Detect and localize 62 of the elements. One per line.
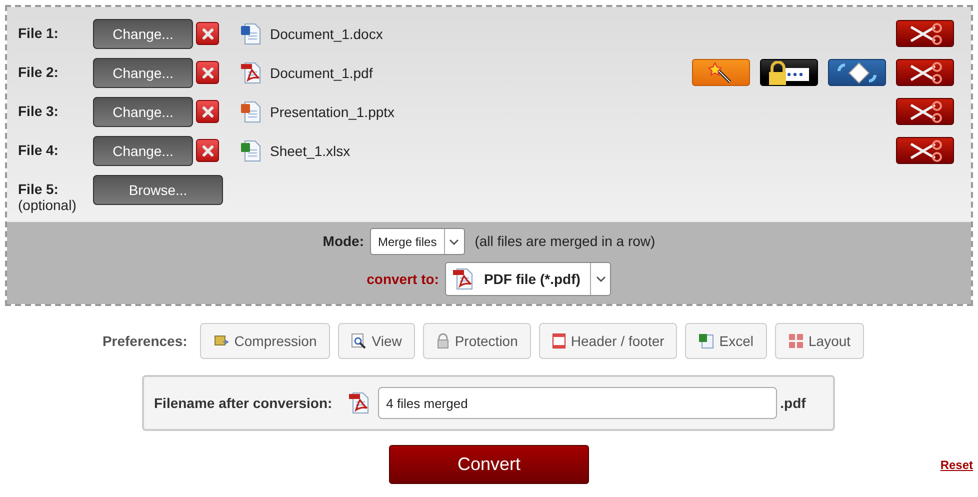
rotate-page-button[interactable]	[828, 59, 886, 86]
mode-select[interactable]: Merge files	[370, 228, 465, 255]
spreadsheet-icon	[698, 333, 714, 349]
close-icon	[202, 66, 214, 78]
preference-button[interactable]: Compression	[200, 323, 330, 359]
change-file-button[interactable]: Change...	[93, 58, 193, 88]
file-label: File 4:	[18, 142, 60, 158]
file-label: File 5:	[18, 181, 60, 197]
close-icon	[202, 106, 214, 118]
preference-button[interactable]: Layout	[774, 323, 864, 359]
magic-wand-button[interactable]	[692, 59, 750, 86]
remove-button[interactable]	[196, 61, 219, 84]
preferences-label: Preferences:	[102, 332, 188, 350]
reset-link[interactable]: Reset	[940, 456, 973, 474]
split-button[interactable]	[896, 98, 954, 125]
file-label: File 1:	[18, 25, 60, 41]
preference-button[interactable]: Header / footer	[538, 323, 678, 359]
file-label: File 3:	[18, 103, 60, 119]
page-icon	[552, 333, 566, 349]
split-button[interactable]	[896, 137, 954, 164]
mode-label: Mode:	[322, 232, 364, 251]
grid-icon	[788, 333, 804, 349]
presentation-document-icon	[240, 101, 262, 123]
extension-label: .pdf	[780, 394, 806, 413]
convert-to-label: convert to:	[366, 270, 439, 288]
file-name: Document_1.docx	[270, 24, 383, 44]
close-icon	[202, 144, 214, 156]
filename-label: Filename after conversion:	[154, 394, 332, 412]
pdf-document-icon	[348, 392, 370, 414]
close-icon	[202, 28, 214, 40]
remove-button[interactable]	[196, 100, 219, 123]
magnifier-icon	[350, 333, 367, 349]
preference-button[interactable]: View	[338, 323, 415, 359]
filename-field[interactable]: 4 files merged	[378, 387, 778, 419]
remove-button[interactable]	[196, 139, 219, 162]
padlock-icon	[436, 333, 450, 349]
format-select[interactable]: PDF file (*.pdf)	[444, 262, 612, 296]
spreadsheet-document-icon	[240, 140, 262, 162]
pdf-document-icon	[240, 62, 262, 84]
pdf-document-icon	[452, 268, 474, 290]
dropdown-caret-icon	[449, 238, 460, 244]
padlock-icon	[767, 60, 811, 84]
magic-wand-icon	[708, 62, 734, 84]
convert-button[interactable]: Convert	[389, 445, 589, 484]
file-name: Sheet_1.xlsx	[270, 142, 350, 161]
change-file-button[interactable]: Change...	[93, 136, 193, 166]
password-lock-button[interactable]	[760, 59, 818, 86]
change-file-button[interactable]: Change...	[93, 97, 193, 127]
file-name: Document_1.pdf	[270, 64, 373, 83]
remove-button[interactable]	[196, 22, 219, 45]
file-name: Presentation_1.pptx	[270, 102, 395, 122]
split-button[interactable]	[896, 20, 954, 47]
change-file-button[interactable]: Change...	[93, 19, 193, 49]
mode-note: (all files are merged in a row)	[474, 232, 656, 251]
preference-button[interactable]: Protection	[422, 323, 531, 359]
dropdown-caret-icon	[596, 276, 606, 282]
split-button[interactable]	[896, 59, 954, 86]
file-label: File 2:	[18, 64, 60, 80]
preference-button[interactable]: Excel	[685, 323, 767, 359]
word-document-icon	[240, 23, 262, 45]
optional-note: (optional)	[18, 197, 78, 213]
browse-button[interactable]: Browse...	[93, 175, 223, 205]
